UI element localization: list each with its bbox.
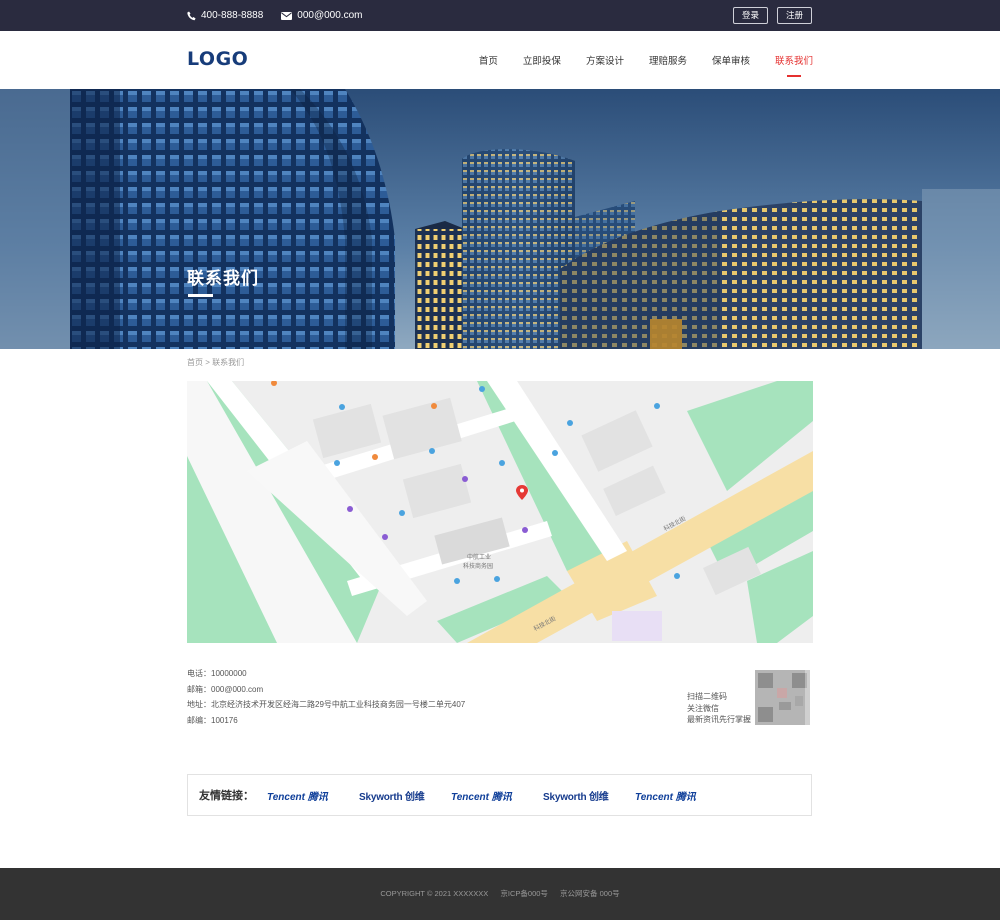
map-label-area-2: 科技商务园 (463, 562, 493, 570)
qr-caption: 扫描二维码 关注微信 最新资讯先行掌握 (687, 691, 751, 726)
contact-postcode-row: 邮编：100176 (187, 713, 465, 729)
contact-postcode-value: 100176 (211, 715, 238, 725)
contact-email-value: 000@000.com (211, 684, 264, 694)
main-nav: 首页 立即投保 方案设计 理赔服务 保单审核 联系我们 (454, 31, 813, 89)
site-logo[interactable]: LOGO (187, 48, 248, 70)
top-email-text: 000@000.com (297, 10, 363, 21)
contact-info: 电话：10000000 邮箱：000@000.com 地址：北京经济技术开发区经… (187, 666, 465, 728)
banner-title-underline (188, 294, 213, 297)
nav-item-claims[interactable]: 理赔服务 (649, 53, 687, 67)
contact-email-row: 邮箱：000@000.com (187, 682, 465, 698)
partner-link-tencent[interactable]: Tencent 腾讯 (635, 788, 727, 803)
auth-buttons: 登录 注册 (724, 7, 812, 24)
top-phone: 400-888-8888 (187, 10, 263, 21)
nav-item-contact[interactable]: 联系我们 (775, 53, 813, 77)
nav-item-plan[interactable]: 方案设计 (586, 53, 624, 67)
map-label-area-1: 中航工业 (467, 553, 491, 561)
contact-phone-value: 10000000 (211, 669, 247, 678)
top-email: 000@000.com (281, 10, 362, 21)
friend-links-label: 友情链接： (199, 790, 254, 802)
mail-icon (281, 11, 293, 20)
breadcrumb-home[interactable]: 首页 (187, 358, 203, 367)
footer-copyright: COPYRIGHT © 2021 XXXXXXX (380, 889, 489, 898)
location-map[interactable]: 中航工业 科技商务园 科技北街 科技北街 (187, 381, 813, 643)
banner-title: 联系我们 (187, 269, 259, 288)
contact-email-label: 邮箱： (187, 684, 211, 694)
city-buildings-illustration (0, 89, 1000, 349)
contact-address-label: 地址： (187, 700, 211, 709)
partner-link-tencent[interactable]: Tencent 腾讯 (267, 788, 359, 803)
contact-address-value: 北京经济技术开发区经海二路29号中航工业科技商务园一号楼二单元407 (211, 700, 466, 709)
nav-item-insure[interactable]: 立即投保 (523, 53, 561, 67)
top-contact: 400-888-8888 000@000.com (187, 0, 380, 31)
login-button[interactable]: 登录 (732, 7, 768, 24)
site-footer: COPYRIGHT © 2021 XXXXXXX 京ICP备000号 京公网安备… (0, 868, 1000, 920)
breadcrumb: 首页 > 联系我们 (187, 357, 244, 368)
partner-link-skyworth[interactable]: Skyworth 创维 (543, 788, 635, 803)
top-bar: 400-888-8888 000@000.com 登录 注册 (0, 0, 1000, 31)
nav-item-home[interactable]: 首页 (479, 53, 498, 67)
top-phone-text: 400-888-8888 (201, 10, 264, 21)
register-button[interactable]: 注册 (776, 7, 812, 24)
contact-phone-label: 电话： (187, 669, 211, 678)
friend-links: 友情链接： Tencent 腾讯 Skyworth 创维 Tencent 腾讯 … (187, 774, 812, 816)
nav-item-policy-review[interactable]: 保单审核 (712, 53, 750, 67)
hero-banner: 联系我们 (0, 89, 1000, 349)
partner-link-tencent[interactable]: Tencent 腾讯 (451, 788, 543, 803)
wechat-qr-code (755, 670, 810, 725)
footer-icp[interactable]: 京ICP备000号 (500, 889, 548, 898)
qr-caption-line-1: 扫描二维码 (687, 692, 727, 701)
breadcrumb-separator: > (205, 358, 210, 367)
partner-link-skyworth[interactable]: Skyworth 创维 (359, 788, 451, 803)
contact-address-row: 地址：北京经济技术开发区经海二路29号中航工业科技商务园一号楼二单元407 (187, 697, 465, 713)
contact-phone-row: 电话：10000000 (187, 666, 465, 682)
footer-police-record[interactable]: 京公网安备 000号 (560, 889, 620, 898)
site-header: LOGO 首页 立即投保 方案设计 理赔服务 保单审核 联系我们 (0, 31, 1000, 89)
map-graphic: 中航工业 科技商务园 科技北街 科技北街 (187, 381, 813, 643)
qr-caption-line-3: 最新资讯先行掌握 (687, 715, 751, 724)
qr-caption-line-2: 关注微信 (687, 703, 719, 713)
breadcrumb-current: 联系我们 (212, 358, 245, 367)
contact-postcode-label: 邮编： (187, 715, 211, 725)
phone-icon (187, 11, 196, 20)
qr-code-icon (755, 670, 810, 725)
